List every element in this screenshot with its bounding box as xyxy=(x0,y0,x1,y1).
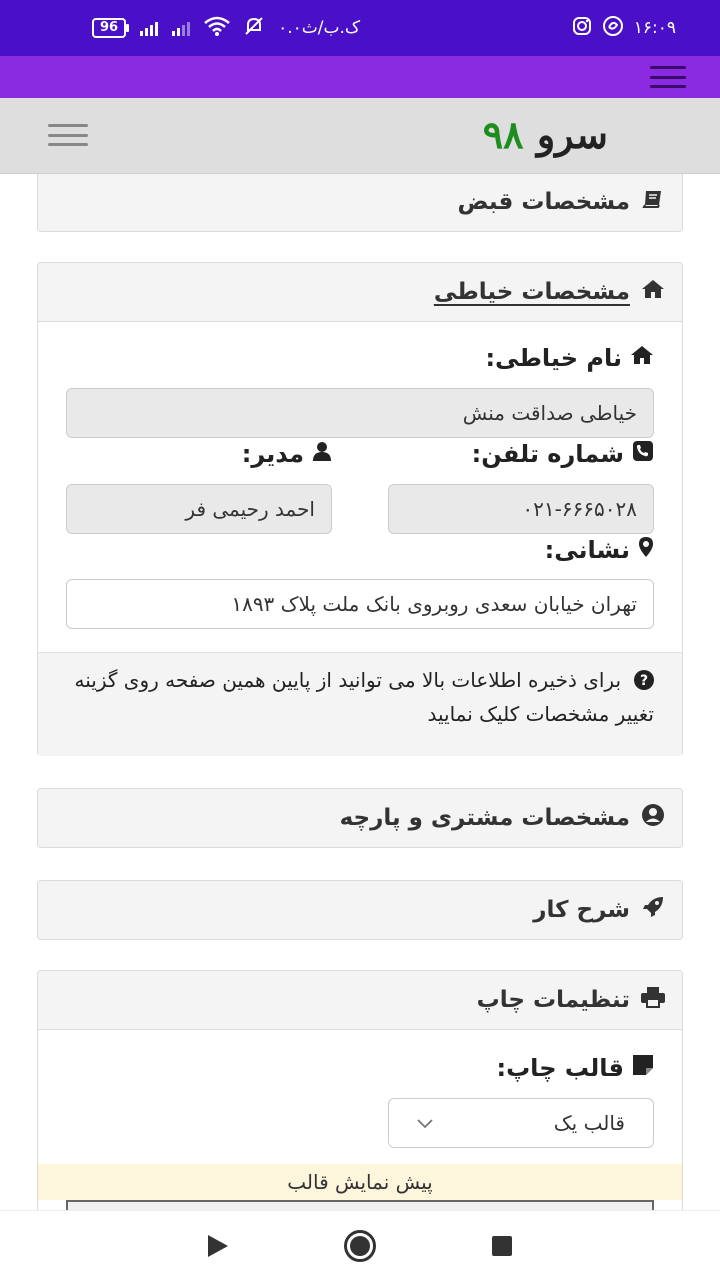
help-text: برای ذخیره اطلاعات بالا می توانید از پای… xyxy=(74,668,654,726)
manager-field[interactable]: احمد رحیمی فر xyxy=(66,484,332,534)
section-print: تنظیمات چاپ قالب چاپ: قالب یک پیش نمایش … xyxy=(37,970,683,1210)
chevron-down-icon xyxy=(417,1114,433,1133)
network-speed: ۰.۰ک.ب/ث xyxy=(278,18,361,38)
status-bar: 96 ۰.۰ک.ب/ث ۱۶:۰۹ xyxy=(0,0,720,56)
tailor-name-label: نام خیاطی: xyxy=(485,344,654,372)
section-job[interactable]: شرح کار xyxy=(37,880,683,940)
section-receipt-header[interactable]: مشخصات قبض xyxy=(38,174,682,231)
template-selected: قالب یک xyxy=(553,1111,625,1135)
svg-text:?: ? xyxy=(640,673,648,689)
section-receipt[interactable]: مشخصات قبض xyxy=(37,174,683,232)
section-tailor-header[interactable]: مشخصات خیاطی xyxy=(38,263,682,321)
template-label: قالب چاپ: xyxy=(496,1054,654,1082)
home-icon xyxy=(630,345,654,371)
section-receipt-title: مشخصات قبض xyxy=(457,189,630,215)
user-circle-icon xyxy=(640,803,666,833)
home-icon xyxy=(640,279,666,305)
print-icon xyxy=(640,986,666,1014)
brand-logo[interactable]: سرو ۹۸ xyxy=(483,112,608,157)
app-header: سرو ۹۸ xyxy=(0,98,720,174)
clock: ۱۶:۰۹ xyxy=(633,18,676,38)
rocket-icon xyxy=(640,895,666,925)
section-customer[interactable]: مشخصات مشتری و پارچه xyxy=(37,788,683,848)
back-icon[interactable] xyxy=(208,1234,228,1257)
top-nav xyxy=(0,56,720,98)
status-right: ۱۶:۰۹ xyxy=(572,15,676,42)
section-job-title: شرح کار xyxy=(533,897,630,923)
top-menu-icon[interactable] xyxy=(650,66,686,88)
section-print-title: تنظیمات چاپ xyxy=(476,987,630,1013)
sticky-note-icon xyxy=(632,1054,654,1082)
section-job-header[interactable]: شرح کار xyxy=(38,881,682,939)
phone-icon xyxy=(632,440,654,468)
battery-icon: 96 xyxy=(92,18,130,38)
template-preview-image xyxy=(66,1200,654,1210)
phone-field[interactable]: ۰۲۱-۶۶۶۵۰۲۸ xyxy=(388,484,654,534)
tailor-name-field[interactable]: خیاطی صداقت منش xyxy=(66,388,654,438)
wifi-icon xyxy=(204,16,230,41)
brand-number: ۹۸ xyxy=(482,112,524,157)
section-customer-title: مشخصات مشتری و پارچه xyxy=(339,805,630,831)
app-notification-icon xyxy=(602,15,624,42)
book-icon xyxy=(640,189,666,215)
section-print-body: قالب چاپ: قالب یک پیش نمایش قالب xyxy=(38,1029,682,1210)
signal-icon-2 xyxy=(172,20,191,36)
main-content: مشخصات قبض مشخصات خیاطی نام خیاطی: خیاطی… xyxy=(0,174,720,1210)
status-left: 96 ۰.۰ک.ب/ث xyxy=(92,16,360,41)
user-icon xyxy=(312,441,332,467)
section-tailor: مشخصات خیاطی نام خیاطی: خیاطی صداقت منش … xyxy=(37,262,683,756)
signal-icon xyxy=(140,20,159,36)
help-box: ? برای ذخیره اطلاعات بالا می توانید از پ… xyxy=(38,652,682,756)
address-field[interactable]: تهران خیابان سعدی روبروی بانک ملت پلاک ۱… xyxy=(66,579,654,629)
home-button-icon[interactable] xyxy=(344,1229,376,1262)
template-select[interactable]: قالب یک xyxy=(388,1098,654,1148)
section-customer-header[interactable]: مشخصات مشتری و پارچه xyxy=(38,789,682,847)
mute-bell-icon xyxy=(244,16,264,41)
question-circle-icon: ? xyxy=(627,668,654,692)
brand-word: سرو xyxy=(536,112,608,157)
template-preview-label: پیش نمایش قالب xyxy=(38,1164,682,1200)
system-nav-bar xyxy=(0,1210,720,1280)
address-label: نشانی: xyxy=(545,536,654,564)
phone-label: شماره تلفن: xyxy=(472,440,654,468)
recents-icon[interactable] xyxy=(492,1235,512,1256)
manager-label: مدیر: xyxy=(242,440,332,468)
section-tailor-title: مشخصات خیاطی xyxy=(433,279,630,305)
section-print-header[interactable]: تنظیمات چاپ xyxy=(38,971,682,1029)
section-tailor-body: نام خیاطی: خیاطی صداقت منش شماره تلفن: م… xyxy=(38,321,682,756)
menu-icon[interactable] xyxy=(48,124,88,146)
map-marker-icon xyxy=(638,536,654,564)
instagram-icon xyxy=(572,16,592,41)
